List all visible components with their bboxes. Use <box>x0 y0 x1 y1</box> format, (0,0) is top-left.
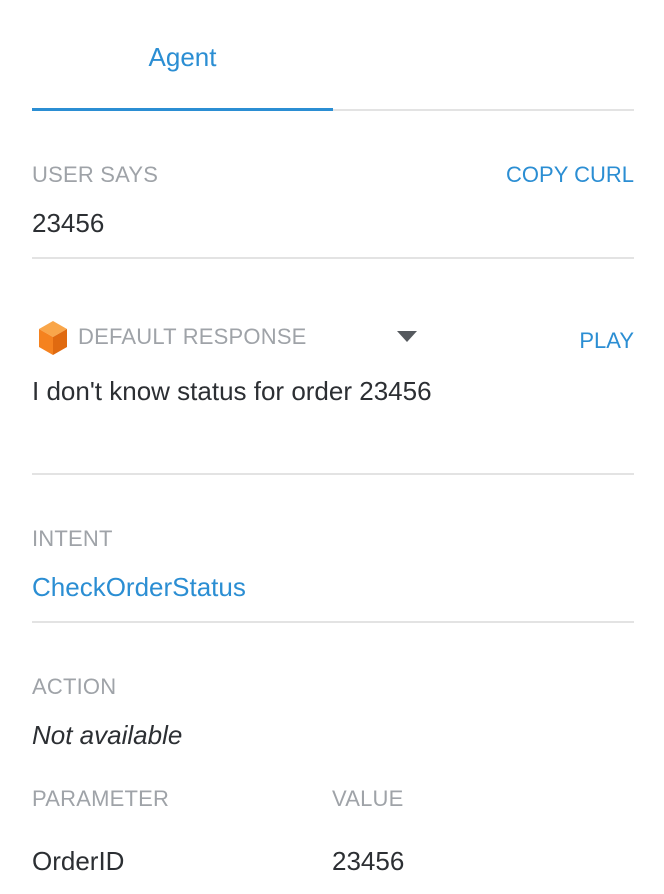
parameter-value: 23456 <box>332 846 405 876</box>
intent-label: INTENT <box>32 526 113 551</box>
value-column-header: VALUE <box>332 786 404 811</box>
play-link[interactable]: PLAY <box>579 328 634 354</box>
tab-bar: Agent <box>32 0 634 112</box>
divider <box>32 257 634 259</box>
divider <box>32 473 634 475</box>
chevron-down-icon[interactable] <box>396 330 418 344</box>
action-value: Not available <box>32 720 183 750</box>
copy-curl-link[interactable]: COPY CURL <box>506 162 634 188</box>
orange-cube-icon <box>39 321 67 355</box>
divider <box>32 621 634 623</box>
action-label: ACTION <box>32 674 117 699</box>
active-tab-indicator <box>32 108 333 111</box>
default-response-label: DEFAULT RESPONSE <box>78 324 307 349</box>
user-says-label: USER SAYS <box>32 162 159 187</box>
tab-agent[interactable]: Agent <box>32 0 333 110</box>
intent-link[interactable]: CheckOrderStatus <box>32 572 246 603</box>
agent-test-panel: Agent USER SAYS COPY CURL 23456 DEFAULT … <box>0 0 664 894</box>
parameter-column-header: PARAMETER <box>32 786 170 811</box>
user-says-value: 23456 <box>32 208 105 238</box>
parameter-name: OrderID <box>32 846 125 876</box>
response-text: I don't know status for order 23456 <box>32 376 432 406</box>
tab-agent-label: Agent <box>148 42 217 72</box>
